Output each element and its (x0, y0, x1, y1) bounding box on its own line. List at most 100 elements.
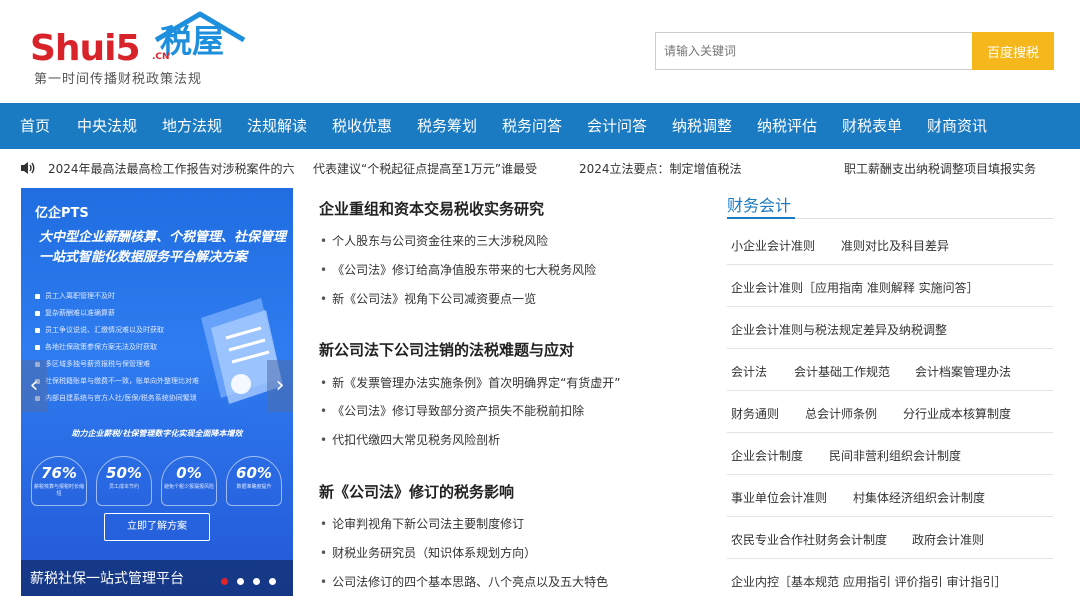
banner-cta-button[interactable]: 立即了解方案 (104, 513, 210, 541)
link-row: 企业会计准则与税法规定差异及纳税调整 (727, 307, 1053, 349)
accounting-link[interactable]: 会计档案管理办法 (915, 363, 1011, 380)
ticker-item[interactable]: 职工薪酬支出纳税调整项目填报实务 (844, 160, 1036, 177)
article-link[interactable]: 个人股东与公司资金往来的三大涉税风险 (320, 232, 548, 249)
nav-item-law-interpretation[interactable]: 法规解读 (247, 103, 307, 149)
accounting-link[interactable]: 政府会计准则 (912, 531, 984, 548)
speaker-icon (21, 162, 35, 174)
accounting-link[interactable]: 农民专业合作社财务会计制度 (731, 531, 887, 548)
logo-house-text: 税屋 (160, 22, 225, 60)
section-title[interactable]: 企业重组和资本交易税收实务研究 (319, 198, 544, 219)
article-link[interactable]: 财税业务研究员（知识体系规划方向） (320, 544, 536, 561)
news-ticker: 2024年最高法最高检工作报告对涉税案件的六 代表建议“个税起征点提高至1万元”… (0, 149, 1080, 187)
banner-subtitle: 助力企业薪税/社保管理数字化实现全面降本增效 (71, 429, 243, 438)
main-nav: 首页 中央法规 地方法规 法规解读 税收优惠 税务筹划 税务问答 会计问答 纳税… (0, 103, 1080, 149)
accounting-link[interactable]: 企业内控［基本规范 应用指引 评价指引 审计指引］ (731, 573, 1006, 590)
banner-stat-label: 数据准确度提升 (236, 484, 272, 490)
banner-title: 大中型企业薪酬核算、个税管理、社保管理一站式智能化数据服务平台解决方案 (39, 230, 287, 265)
carousel-dot-active[interactable] (221, 578, 228, 585)
banner-feature: 员工争议说说、汇缴情况难以及时获取 (35, 322, 199, 339)
article-link[interactable]: 新《发票管理办法实施条例》首次明确界定“有货虚开” (320, 374, 620, 391)
link-row: 企业内控［基本规范 应用指引 评价指引 审计指引］ (727, 559, 1053, 601)
right-column-heading[interactable]: 财务会计 (727, 192, 791, 216)
nav-item-tax-incentives[interactable]: 税收优惠 (332, 103, 392, 149)
article-link[interactable]: 新《公司法》视角下公司减资要点一览 (320, 290, 536, 307)
banner-feature: 多区域多独号薪资报税与保管理难 (35, 356, 199, 373)
link-row: 财务通则 总会计师条例 分行业成本核算制度 (727, 391, 1053, 433)
banner-stat-value: 0% (176, 464, 202, 482)
banner-caption: 薪税社保一站式管理平台 (30, 571, 184, 587)
accounting-link[interactable]: 会计法 (731, 363, 767, 380)
nav-item-home[interactable]: 首页 (20, 103, 50, 149)
accounting-link[interactable]: 企业会计制度 (731, 447, 803, 464)
accounting-link[interactable]: 准则对比及科目差异 (841, 237, 949, 254)
nav-item-finance-news[interactable]: 财商资讯 (927, 103, 987, 149)
accounting-link[interactable]: 分行业成本核算制度 (903, 405, 1011, 422)
banner-feature: 内部自建系统与官方人社/医保/税务系统协同繁琐 (35, 390, 199, 407)
nav-item-accounting-qa[interactable]: 会计问答 (587, 103, 647, 149)
banner-feature: 社保税籍账单与缴费不一致，账单向外整理比对难 (35, 373, 199, 390)
banner-logo: 亿企PTS (35, 206, 89, 221)
carousel-dots (221, 574, 285, 589)
heading-accent-line (727, 217, 795, 219)
link-row: 企业会计准则［应用指南 准则解释 实施问答］ (727, 265, 1053, 307)
promo-banner[interactable]: 亿企PTS 大中型企业薪酬核算、个税管理、社保管理一站式智能化数据服务平台解决方… (21, 188, 293, 596)
carousel-dot[interactable] (253, 578, 260, 585)
ticker-item[interactable]: 2024立法要点：制定增值税法 (579, 160, 742, 177)
banner-feature-list: 员工入离职管理不及时 复杂薪酬难以准确算薪 员工争议说说、汇缴情况难以及时获取 … (35, 288, 199, 407)
link-row: 企业会计制度 民间非营利组织会计制度 (727, 433, 1053, 475)
carousel-dot[interactable] (269, 578, 276, 585)
banner-stat: 76% 薪税核算与报税时长缩短 (31, 456, 87, 506)
logo-text: Shui5 (30, 28, 141, 69)
carousel-dot[interactable] (237, 578, 244, 585)
nav-item-local-laws[interactable]: 地方法规 (162, 103, 222, 149)
nav-item-central-laws[interactable]: 中央法规 (77, 103, 137, 149)
banner-stat-label: 员工成本节约 (108, 484, 139, 490)
accounting-link[interactable]: 事业单位会计准则 (731, 489, 827, 506)
banner-stat: 60% 数据准确度提升 (226, 456, 282, 506)
accounting-link[interactable]: 企业会计准则［应用指南 准则解释 实施问答］ (731, 279, 979, 296)
banner-feature: 复杂薪酬难以准确算薪 (35, 305, 199, 322)
nav-item-tax-assessment[interactable]: 纳税评估 (757, 103, 817, 149)
banner-stat-value: 60% (236, 464, 272, 482)
search-button[interactable]: 百度搜税 (972, 32, 1054, 70)
banner-stat: 0% 避免个税少报漏报风险 (161, 456, 217, 506)
ticker-item[interactable]: 2024年最高法最高检工作报告对涉税案件的六 (48, 160, 295, 177)
banner-caption-bar: 薪税社保一站式管理平台 (21, 560, 293, 596)
article-link[interactable]: 代扣代缴四大常见税务风险剖析 (320, 431, 500, 448)
banner-stat: 50% 员工成本节约 (96, 456, 152, 506)
logo-slogan: 第一时间传播财税政策法规 (34, 72, 203, 87)
article-link[interactable]: 《公司法》修订导致部分资产损失不能税前扣除 (320, 402, 584, 419)
link-row: 事业单位会计准则 村集体经济组织会计制度 (727, 475, 1053, 517)
banner-stat-label: 避免个税少报漏报风险 (163, 484, 214, 490)
accounting-link[interactable]: 企业会计准则与税法规定差异及纳税调整 (731, 321, 947, 338)
accounting-link[interactable]: 小企业会计准则 (731, 237, 815, 254)
accounting-link[interactable]: 财务通则 (731, 405, 779, 422)
site-logo[interactable]: Shui5 税屋 .CN 第一时间传播财税政策法规 (30, 11, 246, 87)
banner-next-button[interactable]: › (267, 360, 293, 412)
section-title[interactable]: 新《公司法》修订的税务影响 (319, 481, 514, 502)
site-header: Shui5 税屋 .CN 第一时间传播财税政策法规 百度搜税 (0, 0, 1080, 103)
ticker-item[interactable]: 代表建议“个税起征点提高至1万元”谁最受 (313, 160, 537, 177)
logo-domain-suffix: .CN (152, 52, 170, 62)
nav-item-tax-qa[interactable]: 税务问答 (502, 103, 562, 149)
accounting-link[interactable]: 会计基础工作规范 (794, 363, 890, 380)
accounting-link[interactable]: 村集体经济组织会计制度 (853, 489, 985, 506)
link-row: 会计法 会计基础工作规范 会计档案管理办法 (727, 349, 1053, 391)
accounting-link[interactable]: 民间非营利组织会计制度 (829, 447, 961, 464)
nav-item-tax-planning[interactable]: 税务筹划 (417, 103, 477, 149)
banner-stat-label: 薪税核算与报税时长缩短 (33, 484, 84, 497)
search-box: 百度搜税 (655, 32, 1054, 70)
section-title[interactable]: 新公司法下公司注销的法税难题与应对 (319, 339, 574, 360)
nav-item-tax-adjustment[interactable]: 纳税调整 (672, 103, 732, 149)
article-link[interactable]: 《公司法》修订给高净值股东带来的七大税务风险 (320, 261, 596, 278)
banner-feature: 员工入离职管理不及时 (35, 288, 199, 305)
article-link[interactable]: 论审判视角下新公司法主要制度修订 (320, 515, 524, 532)
link-row: 小企业会计准则 准则对比及科目差异 (727, 223, 1053, 265)
article-link[interactable]: 公司法修订的四个基本思路、八个亮点以及五大特色 (320, 573, 608, 590)
nav-item-tax-forms[interactable]: 财税表单 (842, 103, 902, 149)
banner-stats: 76% 薪税核算与报税时长缩短 50% 员工成本节约 0% 避免个税少报漏报风险… (31, 456, 283, 506)
accounting-link[interactable]: 总会计师条例 (805, 405, 877, 422)
search-input[interactable] (655, 32, 972, 70)
banner-stat-value: 50% (106, 464, 142, 482)
banner-prev-button[interactable]: ‹ (21, 360, 47, 412)
